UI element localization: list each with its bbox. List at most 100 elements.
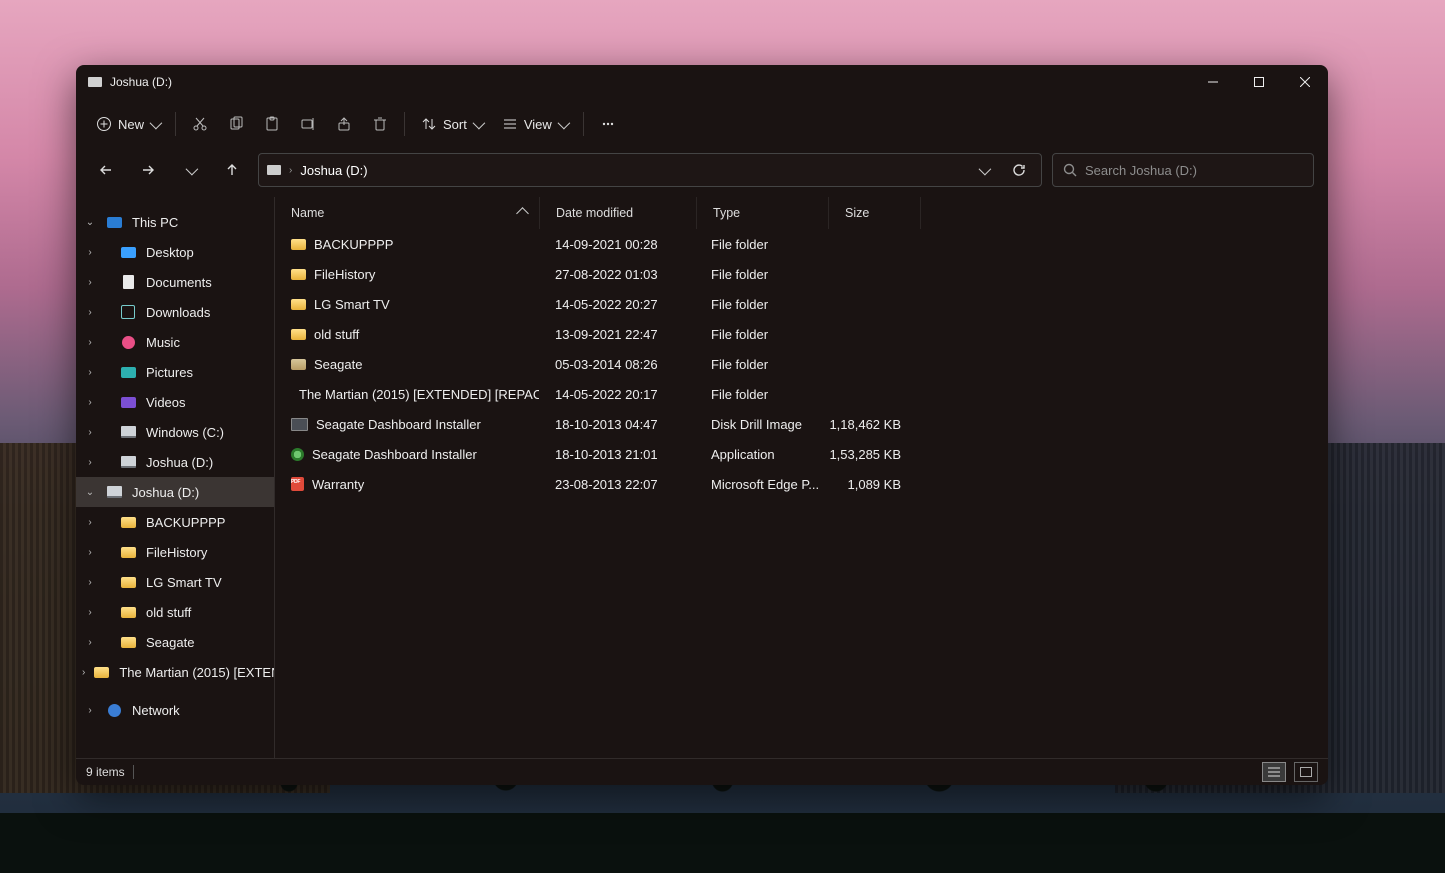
back-button[interactable] [90, 154, 122, 186]
sidebar-item[interactable]: ›Videos [76, 387, 274, 417]
view-icon [502, 116, 518, 132]
share-button[interactable] [326, 106, 362, 142]
details-view-button[interactable] [1262, 762, 1286, 782]
file-name: old stuff [314, 327, 359, 342]
column-size[interactable]: Size [829, 197, 921, 229]
expand-icon[interactable]: › [82, 244, 98, 260]
refresh-button[interactable] [1005, 156, 1033, 184]
copy-button[interactable] [218, 106, 254, 142]
titlebar[interactable]: Joshua (D:) [76, 65, 1328, 99]
address-dropdown[interactable] [969, 156, 997, 184]
expand-icon[interactable]: › [82, 604, 98, 620]
file-row[interactable]: FileHistory27-08-2022 01:03File folder [275, 259, 1328, 289]
new-button[interactable]: New [86, 106, 169, 142]
file-name: The Martian (2015) [EXTENDED] [REPACK... [299, 387, 539, 402]
address-bar[interactable]: › Joshua (D:) [258, 153, 1042, 187]
column-type[interactable]: Type [697, 197, 829, 229]
collapse-icon[interactable]: ⌄ [82, 484, 98, 500]
expand-icon[interactable]: › [82, 574, 98, 590]
cut-button[interactable] [182, 106, 218, 142]
close-button[interactable] [1282, 65, 1328, 99]
sidebar-label: Seagate [146, 635, 194, 650]
column-date[interactable]: Date modified [540, 197, 697, 229]
file-type: File folder [695, 357, 826, 372]
sidebar-item[interactable]: ›Downloads [76, 297, 274, 327]
minimize-button[interactable] [1190, 65, 1236, 99]
file-row[interactable]: The Martian (2015) [EXTENDED] [REPACK...… [275, 379, 1328, 409]
file-name-cell: old stuff [275, 327, 539, 342]
sort-button[interactable]: Sort [411, 106, 492, 142]
toolbar: New Sort View [76, 99, 1328, 149]
expand-icon[interactable]: › [82, 394, 98, 410]
expand-icon[interactable]: › [82, 454, 98, 470]
file-row[interactable]: BACKUPPPP14-09-2021 00:28File folder [275, 229, 1328, 259]
rename-icon [300, 116, 316, 132]
paste-button[interactable] [254, 106, 290, 142]
expand-icon[interactable]: › [82, 514, 98, 530]
more-button[interactable] [590, 106, 626, 142]
file-name-cell: The Martian (2015) [EXTENDED] [REPACK... [275, 387, 539, 402]
forward-button[interactable] [132, 154, 164, 186]
drive-icon2 [121, 456, 136, 468]
breadcrumb-current[interactable]: Joshua (D:) [300, 163, 367, 178]
file-type: File folder [695, 237, 826, 252]
expand-icon[interactable]: › [82, 664, 85, 680]
file-date: 05-03-2014 08:26 [539, 357, 695, 372]
folder-icon [121, 547, 136, 558]
sidebar-subfolder[interactable]: ›FileHistory [76, 537, 274, 567]
sidebar-label: This PC [132, 215, 178, 230]
sidebar-subfolder[interactable]: ›BACKUPPPP [76, 507, 274, 537]
expand-icon[interactable]: › [82, 544, 98, 560]
expand-icon[interactable]: › [82, 424, 98, 440]
sidebar-subfolder[interactable]: ›LG Smart TV [76, 567, 274, 597]
sidebar-resizer[interactable] [273, 205, 274, 750]
sidebar-item[interactable]: ›Desktop [76, 237, 274, 267]
sort-icon [421, 116, 437, 132]
file-row[interactable]: old stuff13-09-2021 22:47File folder [275, 319, 1328, 349]
sidebar-this-pc[interactable]: ⌄ This PC [76, 207, 274, 237]
file-row[interactable]: Warranty23-08-2013 22:07Microsoft Edge P… [275, 469, 1328, 499]
delete-button[interactable] [362, 106, 398, 142]
expand-icon[interactable]: › [82, 274, 98, 290]
sidebar-subfolder[interactable]: ›The Martian (2015) [EXTENDED] [REPACK] [76, 657, 274, 687]
file-row[interactable]: Seagate 05-03-2014 08:26File folder [275, 349, 1328, 379]
up-button[interactable] [216, 154, 248, 186]
expand-icon[interactable]: › [82, 702, 98, 718]
sidebar-item[interactable]: ›Windows (C:) [76, 417, 274, 447]
file-name: Seagate [314, 357, 362, 372]
file-row[interactable]: Seagate Dashboard Installer18-10-2013 21… [275, 439, 1328, 469]
file-row[interactable]: LG Smart TV14-05-2022 20:27File folder [275, 289, 1328, 319]
file-icon [291, 448, 304, 461]
file-type: File folder [695, 327, 826, 342]
sidebar-item[interactable]: › Joshua (D:) [76, 447, 274, 477]
collapse-icon[interactable]: ⌄ [82, 214, 98, 230]
sidebar-drive-expanded[interactable]: ⌄ Joshua (D:) [76, 477, 274, 507]
sidebar-item[interactable]: ›Music [76, 327, 274, 357]
maximize-button[interactable] [1236, 65, 1282, 99]
file-date: 14-05-2022 20:27 [539, 297, 695, 312]
expand-icon[interactable]: › [82, 364, 98, 380]
expand-icon[interactable]: › [82, 334, 98, 350]
expand-icon[interactable]: › [82, 634, 98, 650]
rename-button[interactable] [290, 106, 326, 142]
separator [175, 112, 176, 136]
pic-icon [121, 367, 136, 378]
status-bar: 9 items [76, 758, 1328, 785]
search-box[interactable]: Search Joshua (D:) [1052, 153, 1314, 187]
file-icon [291, 477, 304, 491]
column-name[interactable]: Name [275, 197, 540, 229]
expand-icon[interactable]: › [82, 304, 98, 320]
sidebar-label: Joshua (D:) [146, 455, 213, 470]
sidebar-subfolder[interactable]: ›old stuff [76, 597, 274, 627]
sidebar-item[interactable]: ›Documents [76, 267, 274, 297]
file-type: Microsoft Edge P... [695, 477, 826, 492]
view-button[interactable]: View [492, 106, 577, 142]
sidebar-subfolder[interactable]: › Seagate [76, 627, 274, 657]
sidebar-network[interactable]: › Network [76, 695, 274, 725]
recent-button[interactable] [174, 154, 206, 186]
new-label: New [118, 117, 144, 132]
thumbnails-view-button[interactable] [1294, 762, 1318, 782]
sidebar-item[interactable]: ›Pictures [76, 357, 274, 387]
desk-icon [121, 247, 136, 258]
file-row[interactable]: Seagate Dashboard Installer18-10-2013 04… [275, 409, 1328, 439]
